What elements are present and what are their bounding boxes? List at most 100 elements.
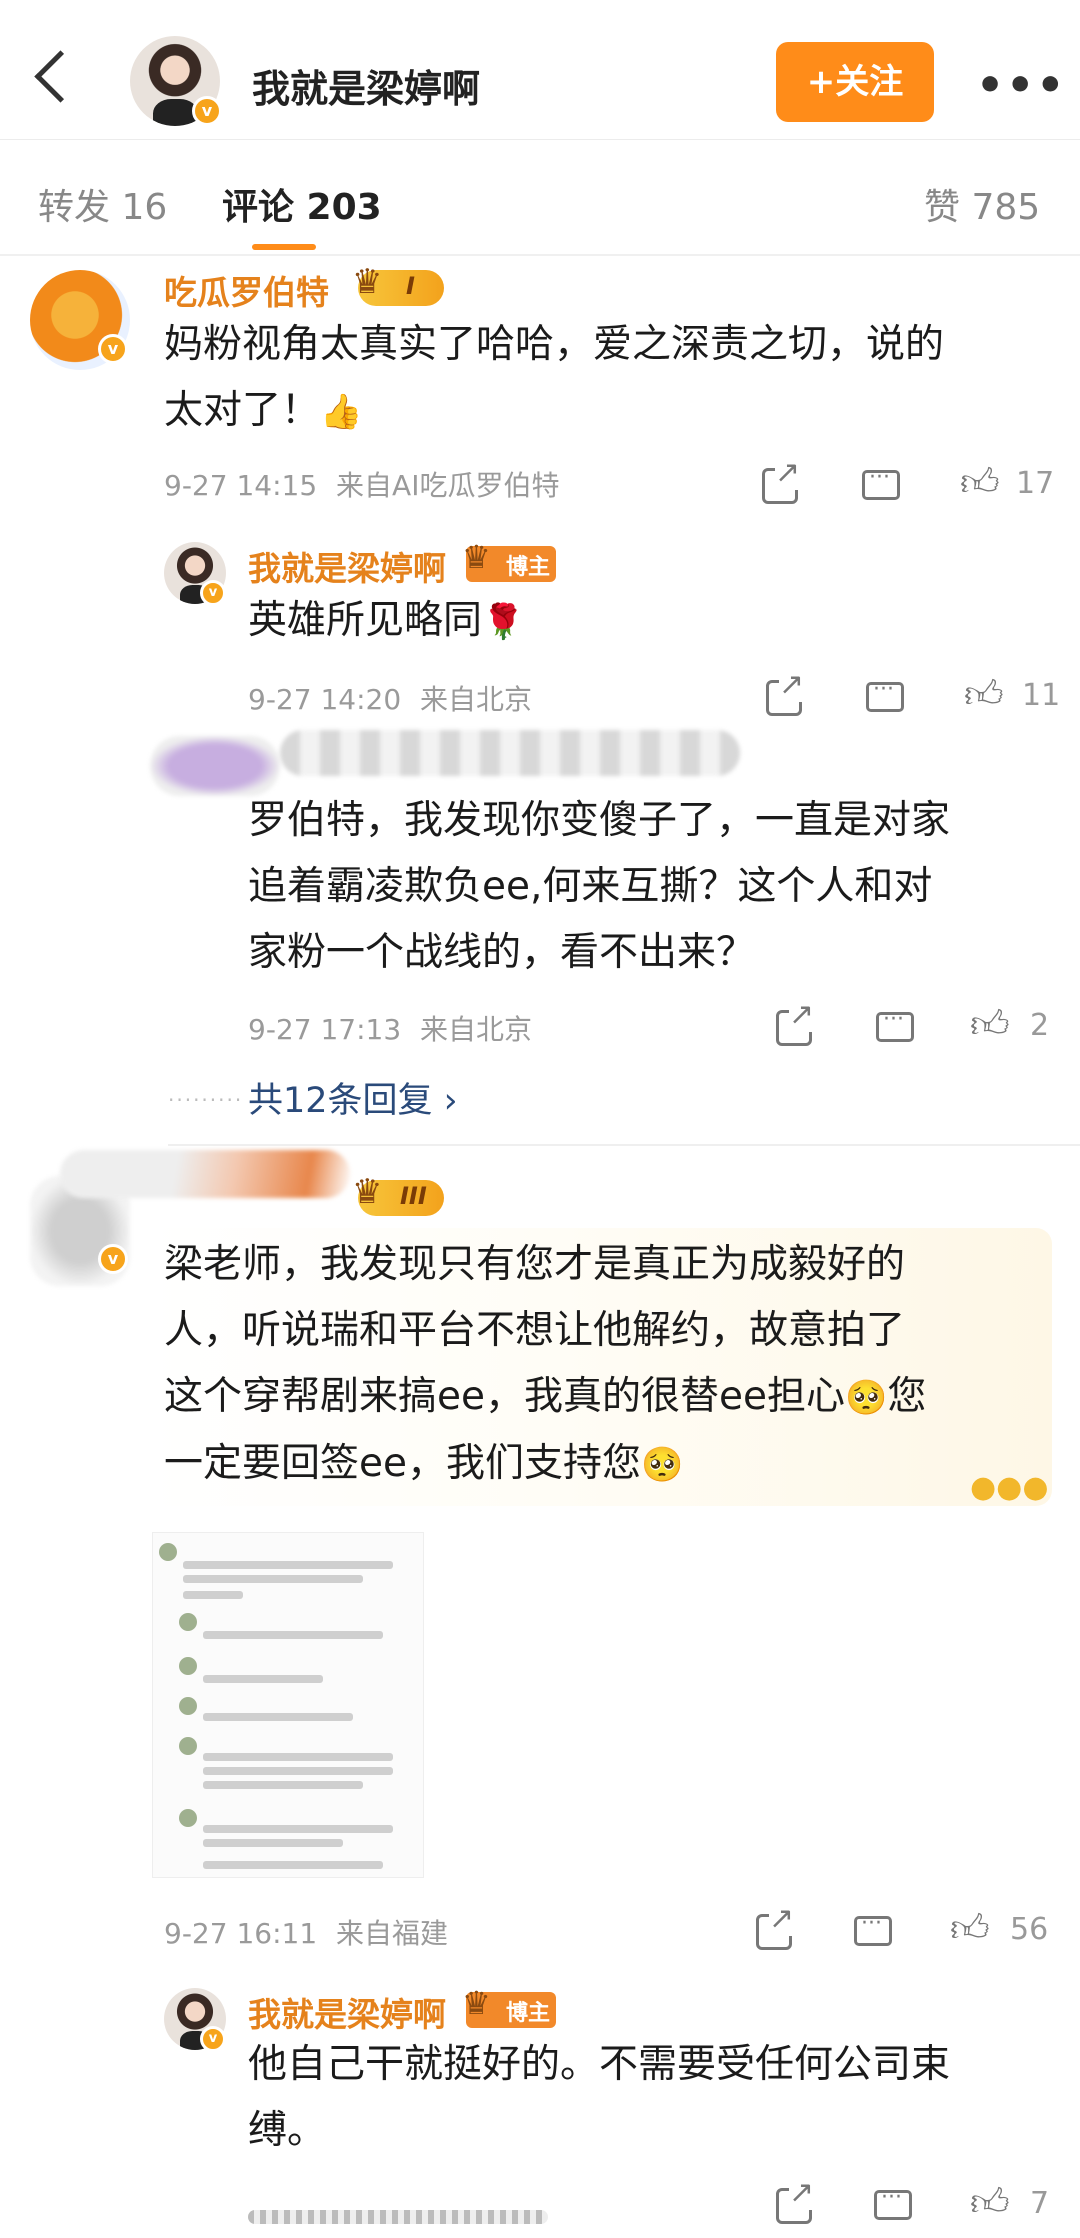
level-label: I — [406, 272, 415, 300]
reply-text-line: 家粉一个战线的，看不出来？ — [248, 930, 756, 975]
thumbs-up-emoji: 👍 — [320, 392, 363, 432]
comment-text-line: 梁老师，我发现只有您才是真正为成毅好的 — [164, 1242, 906, 1287]
reply-text: 罗伯特，我发现你变傻子了，一直是对家 追着霸凌欺负ee,何来互撕？这个人和对 家… — [248, 788, 950, 986]
share-icon[interactable] — [756, 1901, 795, 1950]
image-text-line — [203, 1767, 393, 1775]
crown-icon: ♛ — [462, 1984, 491, 2022]
reply-text: 他自己干就挺好的。不需要受任何公司束 缚。 — [248, 2032, 950, 2164]
like-icon[interactable]: 👍︎ — [964, 672, 1004, 720]
share-icon[interactable] — [776, 997, 815, 1046]
blogger-badge-label: 博主 — [506, 555, 551, 580]
follow-button[interactable]: +关注 — [776, 42, 934, 122]
tab-comments[interactable]: 评论 203 — [222, 178, 382, 230]
share-icon[interactable] — [762, 455, 801, 504]
comment-actions: 👍︎ 17 — [760, 455, 1060, 510]
share-icon[interactable] — [766, 667, 805, 716]
image-text-line — [203, 1713, 353, 1721]
blurred-avatar — [150, 736, 280, 796]
reply-text-line: 英雄所见略同 — [248, 598, 483, 643]
thread-dots: ········· — [168, 1088, 244, 1112]
verified-badge-icon: v — [200, 2026, 226, 2052]
reply-actions: 👍︎ 11 — [764, 667, 1064, 722]
header-username[interactable]: 我就是梁婷啊 — [252, 58, 480, 113]
image-avatar — [179, 1697, 197, 1715]
image-text-line — [183, 1575, 363, 1583]
level-label: III — [400, 1182, 427, 1210]
reply-text-line: 缚。 — [248, 2108, 327, 2153]
like-count: 11 — [1022, 678, 1061, 713]
comment-icon[interactable] — [866, 677, 904, 712]
comment-text-line: 一定要回签ee，我们支持您 — [164, 1441, 641, 1486]
reply-text: 英雄所见略同🌹 — [248, 588, 524, 655]
reply-time: 9-27 17:13 — [248, 1013, 402, 1046]
crown-icon: ♛ — [352, 1172, 383, 1212]
reply-meta: 9-27 14:20 来自北京 — [248, 678, 532, 718]
comment-username[interactable]: 吃瓜罗伯特 — [164, 266, 329, 314]
image-avatar — [179, 1657, 197, 1675]
verified-badge-icon: v — [200, 580, 226, 606]
reply-username[interactable]: 我就是梁婷啊 — [248, 542, 446, 590]
image-text-line — [203, 1781, 363, 1789]
comment-icon[interactable] — [862, 465, 900, 500]
blurred-meta — [248, 2210, 548, 2224]
blurred-username — [280, 730, 740, 776]
comment-text-line: 人，听说瑞和平台不想让他解约，故意拍了 — [164, 1308, 906, 1353]
like-count: 7 — [1030, 2186, 1050, 2221]
tab-repost[interactable]: 转发 16 — [38, 178, 167, 230]
tab-likes[interactable]: 赞 785 — [924, 178, 1040, 230]
crown-icon: ♛ — [352, 262, 383, 302]
reply-source: 来自北京 — [420, 683, 533, 716]
comment-divider — [168, 1144, 1080, 1146]
image-text-line — [183, 1591, 243, 1599]
image-text-line — [203, 1675, 323, 1683]
like-count: 17 — [1016, 466, 1055, 501]
image-avatar — [159, 1543, 177, 1561]
like-icon[interactable]: 👍︎ — [960, 460, 1000, 508]
image-avatar — [179, 1613, 197, 1631]
top-bar: v 我就是梁婷啊 +关注 ••• — [0, 0, 1080, 140]
like-count: 56 — [1010, 1912, 1049, 1947]
more-options-icon[interactable]: ••• — [976, 60, 1066, 111]
like-icon[interactable]: 👍︎ — [970, 1002, 1010, 1050]
image-text-line — [203, 1839, 343, 1847]
more-replies-link[interactable]: 共12条回复 › — [248, 1072, 458, 1123]
comment-icon[interactable] — [876, 1007, 914, 1042]
comment-image[interactable] — [152, 1532, 424, 1878]
comment-icon[interactable] — [854, 1911, 892, 1946]
back-arrow-icon[interactable] — [28, 48, 72, 104]
reply-actions: 👍︎ 2 — [774, 997, 1074, 1052]
comment-meta: 9-27 14:15 来自AI吃瓜罗伯特 — [164, 464, 559, 504]
reply-text-line: 追着霸凌欺负ee,何来互撕？这个人和对 — [248, 864, 933, 909]
like-icon[interactable]: 👍︎ — [950, 1906, 990, 1954]
comment-actions: 👍︎ 56 — [754, 1901, 1064, 1956]
level-badge: ♛ III — [352, 1172, 444, 1216]
comment-text-line: 太对了！ — [164, 388, 321, 433]
image-text-line — [183, 1561, 393, 1569]
verified-badge-icon: v — [98, 334, 128, 364]
like-icon[interactable]: 👍︎ — [970, 2180, 1010, 2228]
tab-bar: 转发 16 评论 203 赞 785 — [0, 140, 1080, 256]
comment-text: 梁老师，我发现只有您才是真正为成毅好的 人，听说瑞和平台不想让他解约，故意拍了 … — [164, 1232, 926, 1498]
verified-badge-icon: v — [98, 1244, 128, 1274]
reply-source: 来自北京 — [420, 1013, 533, 1046]
share-icon[interactable] — [776, 2175, 815, 2224]
image-text-line — [203, 1861, 383, 1869]
comment-source: 来自福建 — [336, 1917, 449, 1950]
comment-time: 9-27 16:11 — [164, 1917, 318, 1950]
like-count: 2 — [1030, 1008, 1050, 1043]
image-text-line — [203, 1753, 393, 1761]
comment-text: 妈粉视角太真实了哈哈，爱之深责之切，说的 太对了！👍 — [164, 312, 944, 445]
reply-username[interactable]: 我就是梁婷啊 — [248, 1988, 446, 2036]
comment-icon[interactable] — [874, 2185, 912, 2220]
image-text-line — [203, 1825, 393, 1833]
verified-badge-icon: v — [192, 96, 222, 126]
comment-meta: 9-27 16:11 来自福建 — [164, 1912, 448, 1952]
blurred-username — [60, 1150, 350, 1198]
level-badge: ♛ I — [352, 262, 444, 306]
coins-decoration-icon: ●●● — [970, 1470, 1049, 1505]
comment-text-line: 这个穿帮剧来搞ee，我真的很替ee担心 — [164, 1374, 845, 1419]
image-text-line — [203, 1631, 383, 1639]
reply-meta: 9-27 17:13 来自北京 — [248, 1008, 532, 1048]
image-avatar — [179, 1737, 197, 1755]
crown-icon: ♛ — [462, 538, 491, 576]
